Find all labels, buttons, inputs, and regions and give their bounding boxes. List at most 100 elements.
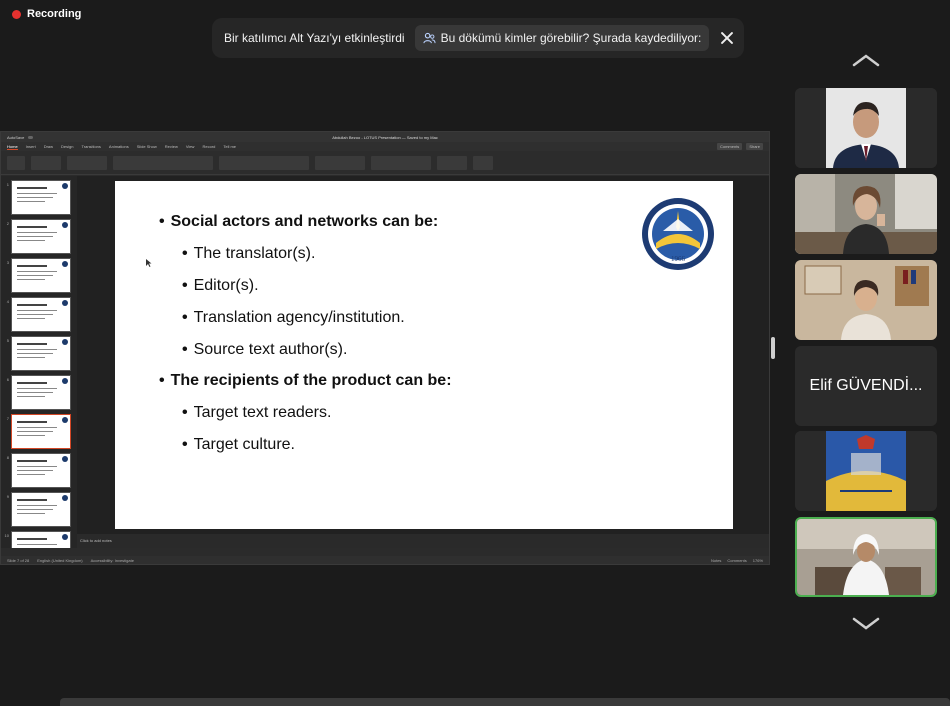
ppt-tab-design[interactable]: Design	[61, 144, 73, 149]
slide-thumbnail-row: 2	[3, 219, 74, 254]
slide-thumbnail[interactable]	[11, 531, 71, 548]
split-view-handle[interactable]	[771, 337, 775, 359]
slide-thumbnail-row: 7	[3, 414, 74, 449]
close-icon[interactable]	[719, 30, 732, 46]
paste-button[interactable]	[7, 155, 25, 170]
bullet-text: The translator(s).	[193, 245, 316, 262]
bullet-marker: •	[182, 404, 188, 421]
status-language[interactable]: English (United Kingdom)	[37, 558, 82, 563]
bullet-text: The recipients of the product can be:	[170, 372, 452, 389]
slide-thumbnail-row: 9	[3, 492, 74, 527]
ppt-ribbon-tabs: Home Insert Draw Design Transitions Animation…	[1, 142, 769, 151]
bullet-marker: •	[182, 245, 188, 262]
participant-tile-3[interactable]	[795, 260, 937, 340]
comments-button[interactable]: Comments	[716, 143, 743, 150]
slide-thumbnail[interactable]	[11, 375, 71, 410]
slide-thumbnail-row: 1	[3, 180, 74, 215]
slide-thumbnail[interactable]	[11, 492, 71, 527]
ppt-tab-animations[interactable]: Animations	[109, 144, 129, 149]
ppt-tab-insert[interactable]: Insert	[26, 144, 36, 149]
caption-notification-banner: Bir katılımcı Alt Yazı'yı etkinleştirdi …	[212, 18, 744, 58]
participant-video-woman-desk	[795, 174, 937, 254]
participant-tile-5[interactable]	[795, 431, 937, 511]
insert-shapes-group[interactable]	[315, 155, 365, 170]
slide-thumbnail-number: 9	[6, 494, 9, 499]
arrange-group[interactable]	[371, 155, 431, 170]
status-slide-count: Slide 7 of 28	[7, 557, 30, 563]
transcript-visibility-button[interactable]: Bu dökümü kimler görebilir? Şurada kayde…	[414, 25, 710, 51]
status-accessibility[interactable]: Accessibility: Investigate	[91, 558, 134, 563]
status-comments-button[interactable]: Comments	[727, 558, 746, 563]
bullet-marker: •	[159, 372, 165, 389]
ppt-tab-transitions[interactable]: Transitions	[81, 144, 100, 149]
slide-bullet: • Social actors and networks can be:	[159, 213, 452, 231]
slide-thumbnail[interactable]	[11, 180, 71, 215]
bullet-marker: •	[159, 213, 165, 230]
slide-thumbnail[interactable]	[11, 414, 71, 449]
academy-logo-image	[795, 431, 937, 511]
participant-tile-4[interactable]: Elif GÜVENDİ...	[795, 346, 937, 426]
slides-group[interactable]	[67, 155, 107, 170]
slide-sub-bullet: • Translation agency/institution.	[182, 309, 452, 327]
people-icon	[422, 32, 436, 43]
designer-button[interactable]	[473, 155, 493, 170]
slide-sub-bullet: • The translator(s).	[182, 245, 452, 263]
ppt-tab-review[interactable]: Review	[165, 144, 178, 149]
participant-tile-2[interactable]	[795, 174, 937, 254]
ppt-tab-tell-me[interactable]: Tell me	[223, 144, 236, 149]
slide-thumbnail-row: 8	[3, 453, 74, 488]
slide-thumbnail[interactable]	[11, 219, 71, 254]
paragraph-group[interactable]	[219, 155, 309, 170]
slide-bullet: • The recipients of the product can be:	[159, 372, 452, 390]
zoom-meeting-window: Recording Bir katılımcı Alt Yazı'yı etki…	[0, 0, 950, 706]
clipboard-group[interactable]	[31, 155, 61, 170]
participant-tile-1[interactable]	[795, 88, 937, 168]
status-zoom-level[interactable]: 176%	[753, 558, 763, 563]
slide-thumbnail-number: 3	[6, 260, 9, 265]
slide-thumbnail-number: 7	[6, 416, 9, 421]
slide-thumbnail-row: 6	[3, 375, 74, 410]
slide-thumbnails: 1 2 3 4 5 6 7 8 9 10	[1, 176, 77, 548]
font-group[interactable]	[113, 155, 213, 170]
recording-indicator[interactable]: Recording	[12, 8, 81, 20]
ppt-tab-draw[interactable]: Draw	[44, 144, 53, 149]
bullet-text: Target culture.	[193, 436, 295, 453]
slide-thumbnail[interactable]	[11, 297, 71, 332]
slide-thumbnail-number: 1	[6, 182, 9, 187]
share-button[interactable]: Share	[746, 143, 763, 150]
ppt-tab-record[interactable]: Record	[202, 144, 215, 149]
slide-thumbnail-number: 4	[6, 299, 9, 304]
slide-thumbnail[interactable]	[11, 453, 71, 488]
slide-thumbnail[interactable]	[11, 336, 71, 371]
slide-thumbnail-number: 6	[6, 377, 9, 382]
slide-sub-bullet: • Source text author(s).	[182, 341, 452, 359]
ppt-tab-slide-show[interactable]: Slide Show	[137, 144, 157, 149]
bullet-text: Target text readers.	[193, 404, 332, 421]
notes-pane[interactable]: Click to add notes	[77, 534, 769, 548]
slide-thumbnail-row: 10	[3, 531, 74, 548]
participant-name: Elif GÜVENDİ...	[809, 377, 923, 394]
slide-bullet-list: • Social actors and networks can be: • The …	[159, 213, 452, 454]
participant-tile-6-active-speaker[interactable]	[795, 517, 937, 597]
recording-label: Recording	[27, 8, 82, 20]
bullet-marker: •	[182, 309, 188, 326]
slide-thumbnail-number: 2	[6, 221, 9, 226]
dictate-button[interactable]	[437, 155, 467, 170]
bottom-toolbar-edge	[60, 698, 950, 706]
participant-video-woman-office	[795, 260, 937, 340]
slide-sub-bullet: • Target text readers.	[182, 404, 452, 422]
bullet-marker: •	[182, 436, 188, 453]
slide-thumbnail[interactable]	[11, 258, 71, 293]
bullet-marker: •	[182, 277, 188, 294]
chevron-down-icon[interactable]	[851, 616, 881, 632]
status-notes-button[interactable]: Notes	[711, 558, 721, 563]
chevron-up-icon[interactable]	[851, 52, 881, 68]
ppt-tab-home[interactable]: Home	[7, 144, 18, 150]
bullet-marker: •	[182, 341, 188, 358]
bullet-text: Source text author(s).	[193, 341, 348, 358]
participant-video-man-ghutra	[797, 519, 935, 595]
record-dot-icon	[12, 9, 21, 19]
slide-thumbnail-number: 10	[4, 533, 9, 538]
notes-placeholder: Click to add notes	[80, 538, 112, 543]
ppt-tab-view[interactable]: View	[186, 144, 195, 149]
